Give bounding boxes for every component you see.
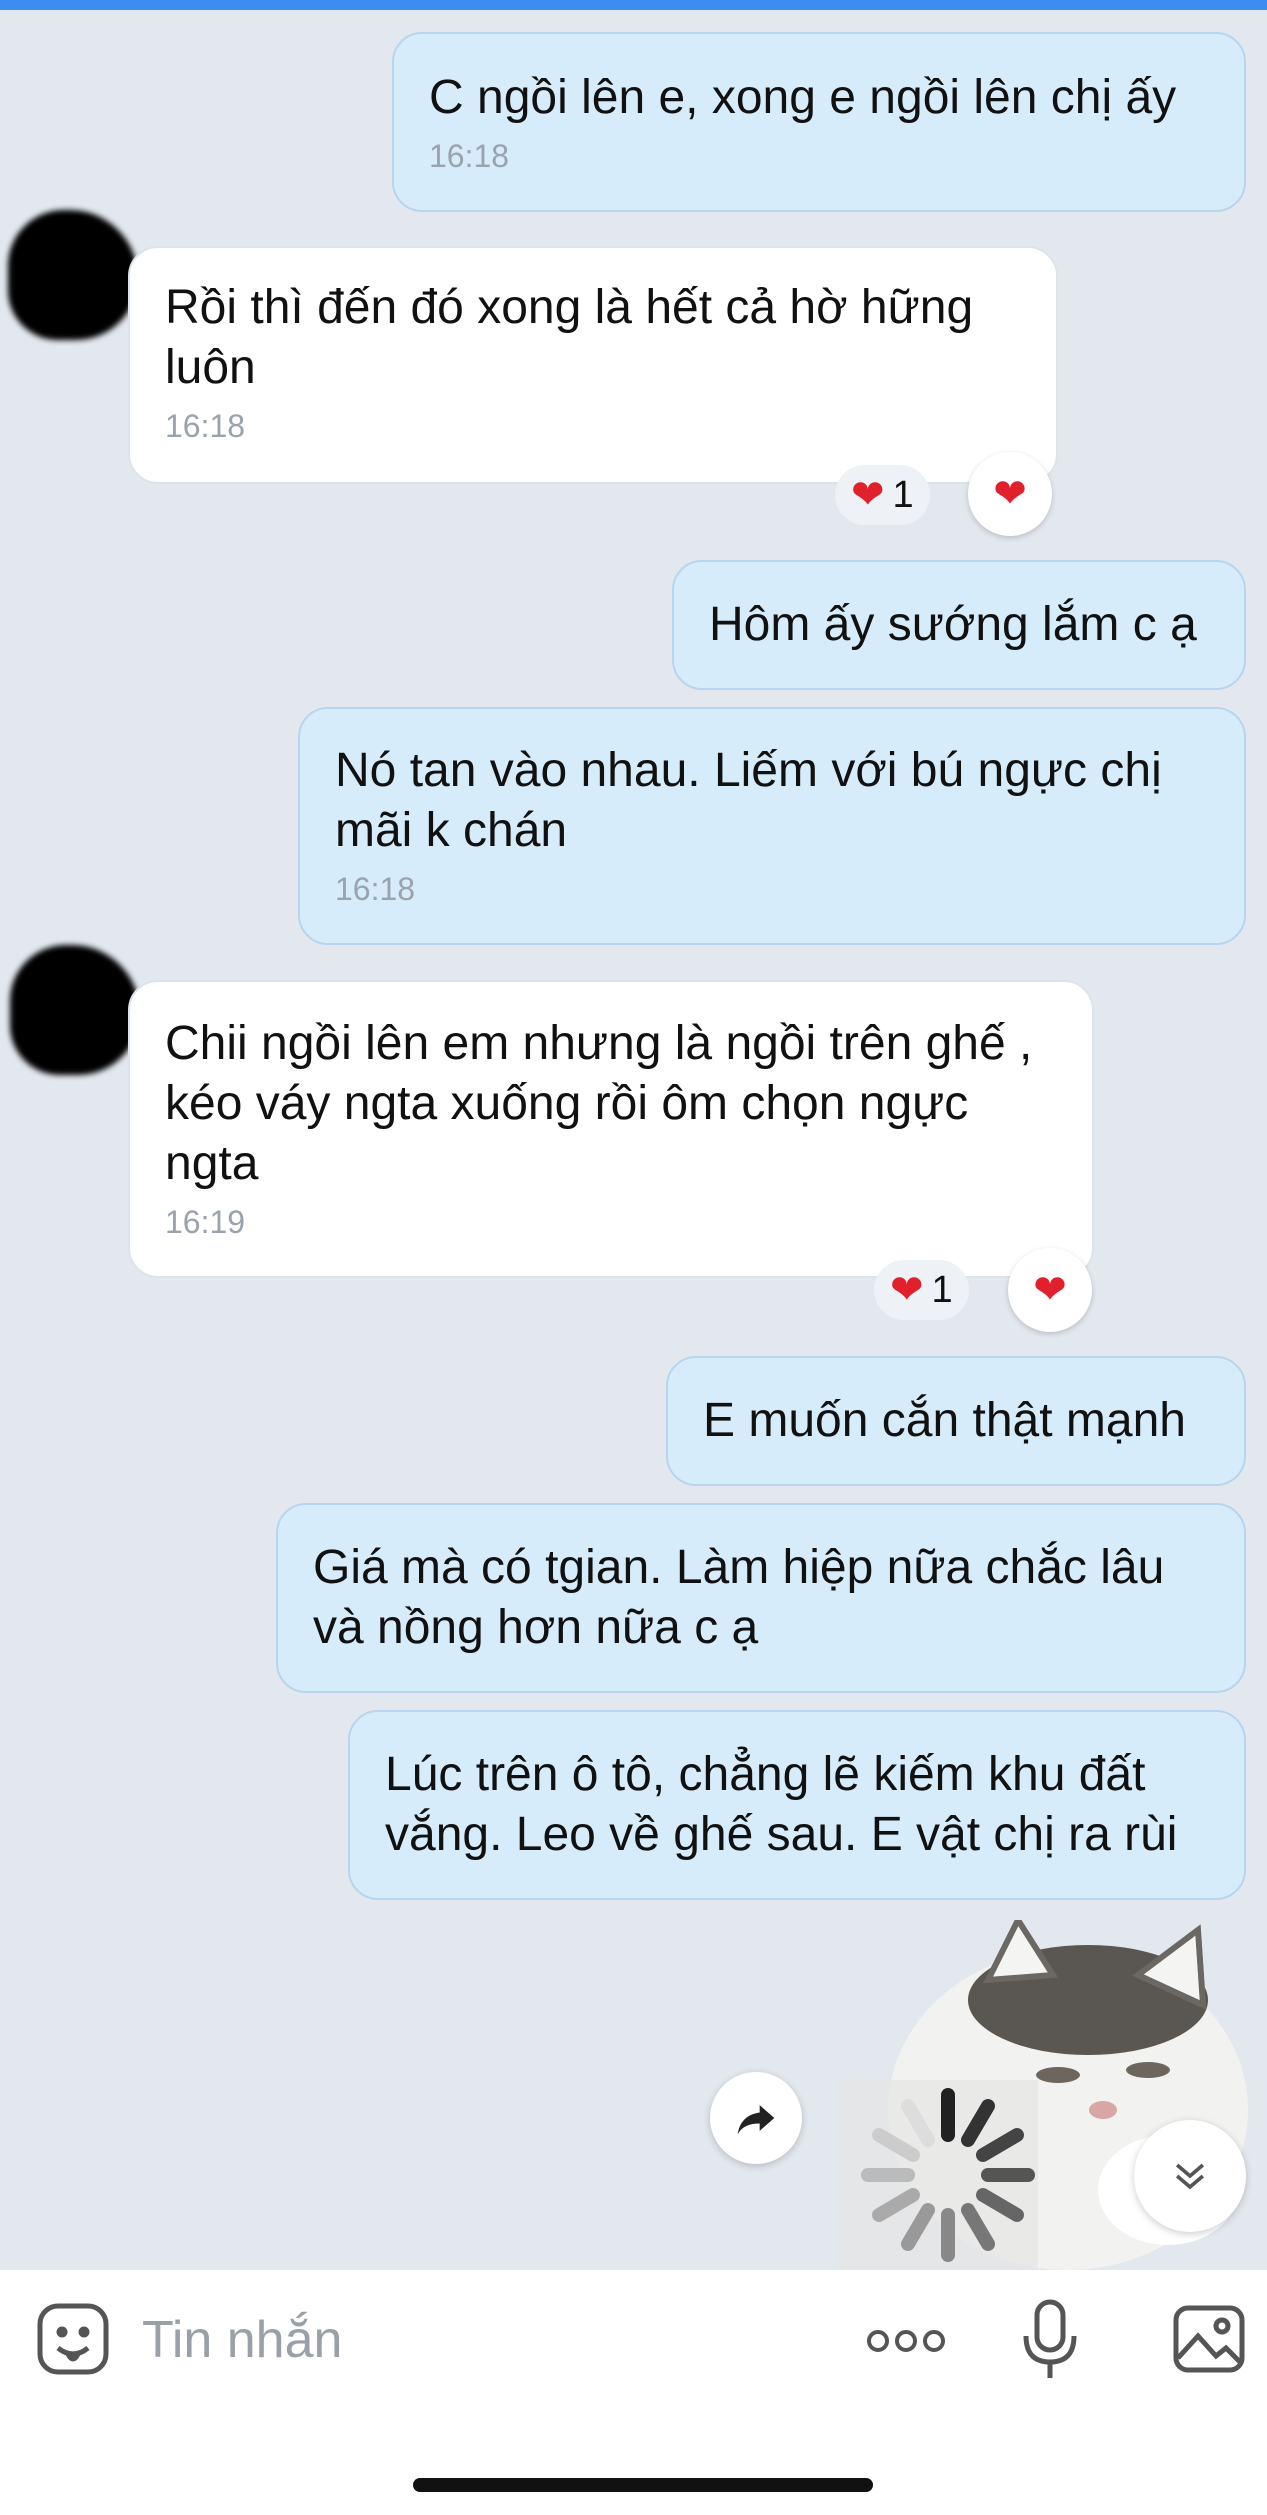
message-text: Hôm ấy sướng lắm c ạ bbox=[709, 598, 1197, 651]
message-bubble-incoming[interactable]: Chii ngồi lên em nhưng là ngồi trên ghế … bbox=[128, 980, 1094, 1278]
more-options-icon[interactable] bbox=[866, 2328, 946, 2354]
avatar[interactable] bbox=[8, 210, 138, 340]
message-bubble-incoming[interactable]: Rồi thì đến đó xong là hết cả hờ hững lu… bbox=[128, 246, 1058, 484]
top-accent-bar bbox=[0, 0, 1267, 10]
reaction-count: 1 bbox=[892, 473, 914, 516]
reaction-summary[interactable]: ❤ 1 bbox=[874, 1260, 969, 1320]
message-text: Lúc trên ô tô, chẳng lẽ kiếm khu đất vắn… bbox=[385, 1748, 1178, 1861]
message-time: 16:18 bbox=[335, 871, 416, 907]
scroll-to-bottom-button[interactable] bbox=[1134, 2120, 1246, 2232]
react-heart-button[interactable]: ❤ bbox=[968, 452, 1052, 536]
reaction-count: 1 bbox=[931, 1268, 953, 1311]
sticker-icon[interactable] bbox=[36, 2302, 110, 2376]
reaction-summary[interactable]: ❤ 1 bbox=[835, 465, 930, 525]
message-text: E muốn cắn thật mạnh bbox=[703, 1394, 1186, 1447]
image-icon[interactable] bbox=[1172, 2304, 1246, 2374]
message-time: 16:18 bbox=[429, 138, 510, 174]
message-text: Giá mà có tgian. Làm hiệp nữa chắc lâu v… bbox=[313, 1541, 1165, 1654]
heart-icon: ❤ bbox=[890, 1268, 924, 1312]
home-indicator bbox=[413, 2478, 873, 2492]
react-heart-button[interactable]: ❤ bbox=[1008, 1248, 1092, 1332]
avatar[interactable] bbox=[10, 945, 140, 1075]
message-bubble-outgoing[interactable]: C ngồi lên e, xong e ngồi lên chị ấy 16:… bbox=[392, 32, 1246, 212]
message-bubble-outgoing[interactable]: Lúc trên ô tô, chẳng lẽ kiếm khu đất vắn… bbox=[348, 1710, 1246, 1900]
message-text: Rồi thì đến đó xong là hết cả hờ hững lu… bbox=[165, 281, 974, 394]
microphone-icon[interactable] bbox=[1020, 2298, 1080, 2382]
heart-icon: ❤ bbox=[851, 473, 885, 517]
message-time: 16:19 bbox=[165, 1204, 246, 1240]
message-text: C ngồi lên e, xong e ngồi lên chị ấy bbox=[429, 71, 1177, 124]
forward-button[interactable] bbox=[710, 2072, 802, 2164]
message-input[interactable]: Tin nhắn bbox=[142, 2310, 342, 2370]
heart-icon: ❤ bbox=[993, 472, 1027, 516]
forward-icon bbox=[737, 2105, 775, 2135]
double-chevron-down-icon bbox=[1175, 2163, 1205, 2190]
message-time: 16:18 bbox=[165, 408, 246, 444]
message-bubble-outgoing[interactable]: Giá mà có tgian. Làm hiệp nữa chắc lâu v… bbox=[276, 1503, 1246, 1693]
message-bubble-outgoing[interactable]: Nó tan vào nhau. Liếm với bú ngực chị mã… bbox=[298, 707, 1246, 945]
heart-icon: ❤ bbox=[1033, 1268, 1067, 1312]
message-text: Nó tan vào nhau. Liếm với bú ngực chị mã… bbox=[335, 744, 1162, 857]
message-bubble-outgoing[interactable]: Hôm ấy sướng lắm c ạ bbox=[672, 560, 1246, 690]
message-text: Chii ngồi lên em nhưng là ngồi trên ghế … bbox=[165, 1017, 1033, 1190]
loading-spinner bbox=[861, 2088, 1035, 2262]
message-bubble-outgoing[interactable]: E muốn cắn thật mạnh bbox=[666, 1356, 1246, 1486]
